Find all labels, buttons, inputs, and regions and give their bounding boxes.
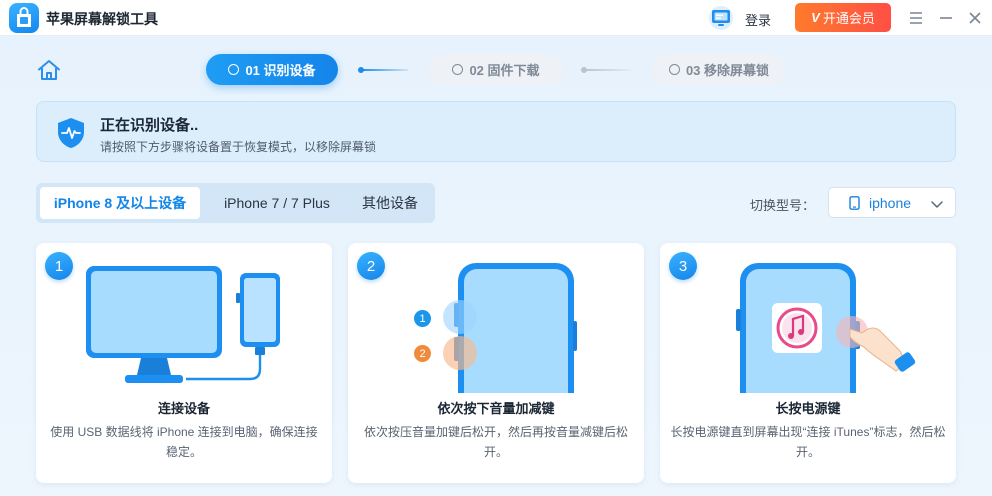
step-number-badge: 1: [45, 252, 73, 280]
step-label: 01 识别设备: [245, 63, 316, 78]
user-monitor-icon[interactable]: [707, 5, 735, 31]
close-icon[interactable]: [965, 8, 985, 28]
step-status-icon: [228, 64, 240, 75]
phone-icon: [849, 196, 860, 210]
card-title: 连接设备: [157, 401, 210, 416]
shield-pulse-icon: [55, 116, 87, 150]
card-title: 依次按下音量加减键: [437, 401, 555, 416]
device-type-tabs: iPhone 8 及以上设备 iPhone 7 / 7 Plus 其他设备: [36, 183, 435, 223]
step-card-volume-keys: 2 1 2 依次按下音量加减键 依次按压音量加键后松开，然后再按音量减键后松开。: [348, 243, 644, 483]
title-bar: 苹果屏幕解锁工具 登录 V 开通会员: [0, 0, 992, 36]
minimize-icon[interactable]: [936, 8, 956, 28]
phone-volume-buttons-illustration: [443, 263, 577, 393]
card-description: 使用 USB 数据线将 iPhone 连接到电脑，确保连接稳定。: [50, 425, 318, 459]
model-switch-label: 切换型号：: [750, 198, 816, 213]
open-vip-button[interactable]: V 开通会员: [795, 3, 891, 32]
vip-v-mark: V: [811, 10, 820, 25]
computer-phone-illustration: [86, 266, 280, 383]
step-number-badge: 3: [669, 252, 697, 280]
step-connector: [358, 67, 408, 73]
tab-iphone7[interactable]: iPhone 7 / 7 Plus: [206, 187, 348, 219]
tab-other-devices[interactable]: 其他设备: [354, 187, 426, 219]
card-description: 依次按压音量加键后松开，然后再按音量减键后松开。: [363, 425, 628, 459]
chevron-down-icon: [930, 197, 944, 209]
banner-title: 正在识别设备..: [100, 117, 199, 134]
model-select[interactable]: iphone: [828, 187, 956, 218]
step-connector: [581, 67, 631, 73]
model-select-value: iphone: [869, 195, 912, 211]
step-status-icon: [668, 64, 680, 75]
volume-down-marker: 2: [414, 345, 431, 362]
phone-itunes-illustration: [736, 263, 916, 393]
step-identify-device: 01 识别设备: [206, 54, 338, 85]
step-label: 03 移除屏幕锁: [685, 63, 770, 78]
app-title: 苹果屏幕解锁工具: [46, 11, 158, 27]
step-card-power-button: 3 长按电源键 长按电源键直到屏幕出现“连接 iTunes”标志，然后松开。: [660, 243, 956, 483]
volume-up-marker: 1: [414, 310, 431, 327]
menu-icon[interactable]: [906, 8, 926, 28]
step-firmware-download: 02 固件下载: [429, 54, 563, 85]
tab-iphone8-and-above[interactable]: iPhone 8 及以上设备: [40, 187, 200, 219]
app-logo-icon: [9, 3, 39, 33]
card-title: 长按电源键: [775, 401, 841, 416]
login-link[interactable]: 登录: [745, 10, 771, 29]
step-number-badge: 2: [357, 252, 385, 280]
step-remove-screen-lock: 03 移除屏幕锁: [652, 54, 786, 85]
connector-dot: [581, 67, 587, 73]
home-icon[interactable]: [36, 58, 62, 82]
banner-subtitle: 请按照下方步骤将设备置于恢复模式，以移除屏幕锁: [100, 140, 377, 154]
step-label: 02 固件下载: [469, 63, 540, 78]
step-status-icon: [452, 64, 464, 75]
vip-button-label: 开通会员: [822, 11, 875, 26]
connector-dot: [358, 67, 364, 73]
status-banner: 正在识别设备.. 请按照下方步骤将设备置于恢复模式，以移除屏幕锁: [36, 101, 956, 162]
step-card-connect: 1 连接设备 使用 USB 数据线将 iPhone 连接到电脑，确保连接稳定。: [36, 243, 332, 483]
card-description: 长按电源键直到屏幕出现“连接 iTunes”标志，然后松开。: [670, 425, 946, 459]
